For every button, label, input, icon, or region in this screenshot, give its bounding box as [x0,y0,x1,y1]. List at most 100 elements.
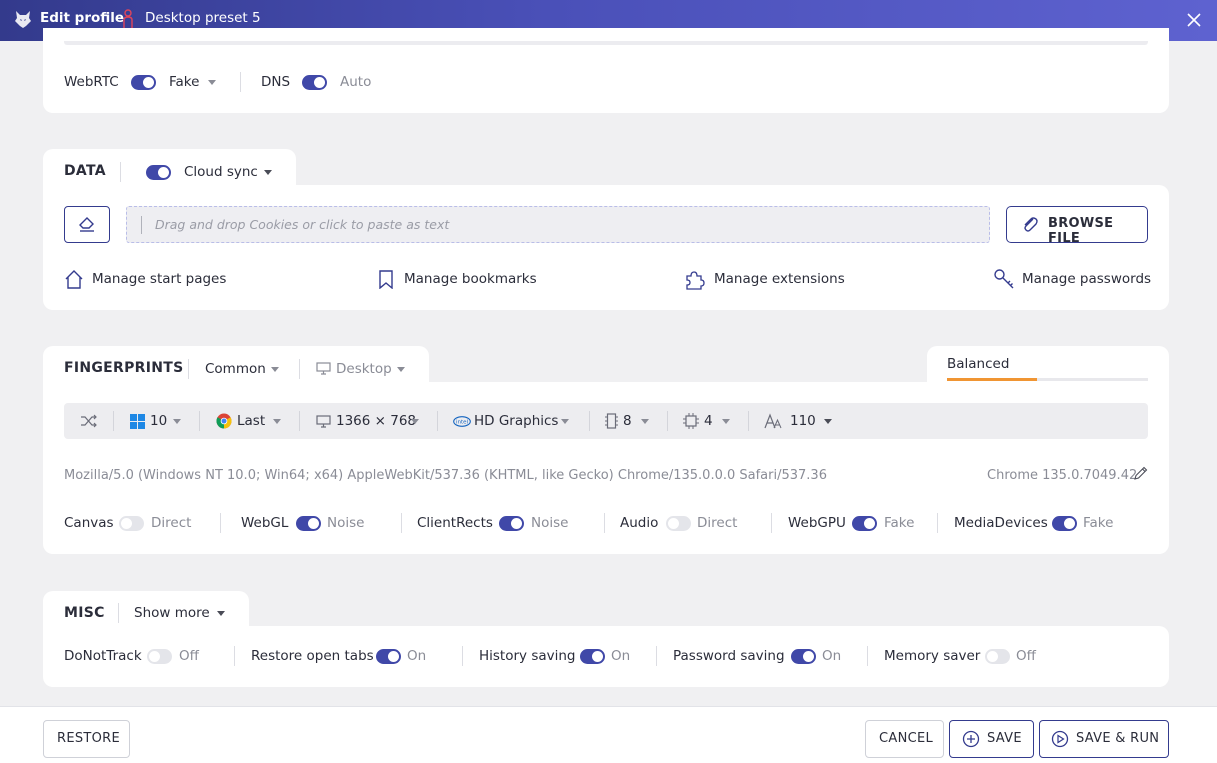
monitor-icon [316,362,331,375]
donottrack-label: DoNotTrack [64,648,142,664]
os-version-select[interactable]: 10 [150,413,167,429]
monitor-icon [316,415,331,428]
audio-toggle[interactable] [666,516,691,531]
divider [437,411,438,431]
plus-circle-icon [962,730,980,748]
svg-text:intel: intel [456,420,469,426]
divider [113,411,114,431]
wolf-logo-icon [15,11,31,28]
balance-label: Balanced [947,356,1010,372]
cookies-dropzone[interactable]: Drag and drop Cookies or click to paste … [126,206,990,243]
divider [299,411,300,431]
history-saving-label: History saving [479,648,576,664]
cancel-button[interactable]: CANCEL [865,720,944,758]
cookies-placeholder: Drag and drop Cookies or click to paste … [155,217,450,232]
fingerprint-mode-select[interactable]: Common [205,361,266,377]
person-icon [123,9,133,28]
browse-file-button[interactable]: BROWSE FILE [1006,206,1148,246]
webgpu-toggle[interactable] [852,516,877,531]
device-type-select[interactable]: Desktop [336,361,392,377]
cloud-sync-toggle[interactable] [146,165,171,180]
divider [462,646,463,666]
memory-saver-toggle[interactable] [985,649,1010,664]
canvas-toggle[interactable] [119,516,144,531]
webrtc-mode-select[interactable]: Fake [169,74,199,90]
mediadevices-value: Fake [1083,515,1114,531]
pencil-icon[interactable] [1133,466,1148,481]
chevron-down-icon [641,419,649,424]
webgl-toggle[interactable] [296,516,321,531]
divider [240,72,241,92]
fingerprints-section-title: FINGERPRINTS [64,360,184,376]
gpu-select[interactable]: HD Graphics [474,413,558,429]
manage-bookmarks-link[interactable]: Manage bookmarks [404,271,537,287]
user-agent-text[interactable]: Mozilla/5.0 (Windows NT 10.0; Win64; x64… [64,468,827,483]
chevron-down-icon [824,419,832,424]
intel-icon: intel [453,416,471,427]
data-panel [43,185,1169,310]
browser-name: Chrome 135.0.7049.42 [987,468,1138,483]
close-icon[interactable] [1183,9,1205,31]
preset-name: Desktop preset 5 [145,10,261,26]
canvas-label: Canvas [64,515,114,531]
browser-version-select[interactable]: Last [237,413,265,429]
clientrects-label: ClientRects [417,515,493,531]
password-saving-value: On [822,648,842,664]
windows-icon [130,414,145,429]
save-and-run-label: SAVE & RUN [1076,731,1160,746]
play-circle-icon [1051,730,1069,748]
data-section-title: DATA [64,163,106,179]
divider [748,411,749,431]
divider [867,646,868,666]
save-button[interactable]: SAVE [949,720,1034,758]
divider [188,359,189,379]
memory-select[interactable]: 8 [623,413,632,429]
show-more-button[interactable]: Show more [134,605,210,621]
audio-value: Direct [697,515,738,531]
cpu-cores-select[interactable]: 4 [704,413,713,429]
fonts-count-select[interactable]: 110 [790,413,816,429]
cloud-sync-label[interactable]: Cloud sync [184,164,258,180]
key-icon [994,269,1014,289]
divider [771,513,772,533]
chrome-icon [216,413,232,429]
restore-tabs-toggle[interactable] [376,649,401,664]
cancel-label: CANCEL [879,731,934,746]
mediadevices-label: MediaDevices [954,515,1048,531]
dialog-title: Edit profile [40,10,125,26]
save-label: SAVE [987,731,1022,746]
resolution-select[interactable]: 1366 × 768 [336,413,416,429]
mediadevices-toggle[interactable] [1052,516,1077,531]
chevron-down-icon[interactable] [264,170,272,175]
history-saving-toggle[interactable] [580,649,605,664]
shuffle-icon[interactable] [80,413,98,429]
puzzle-icon [686,271,705,290]
restore-label: RESTORE [57,731,121,746]
manage-extensions-link[interactable]: Manage extensions [714,271,845,287]
save-and-run-button[interactable]: SAVE & RUN [1039,720,1169,758]
dns-toggle[interactable] [302,75,327,90]
clear-cookies-button[interactable] [64,206,110,243]
restore-button[interactable]: RESTORE [43,720,130,758]
chevron-down-icon [561,419,569,424]
font-size-icon [764,413,782,429]
manage-start-pages-link[interactable]: Manage start pages [92,271,226,287]
dns-label: DNS [261,74,291,90]
webgl-label: WebGL [241,515,289,531]
bookmark-icon [379,270,393,289]
webrtc-toggle[interactable] [131,75,156,90]
browse-file-label: BROWSE FILE [1048,216,1114,246]
balance-fill [947,378,1037,381]
divider [604,513,605,533]
chevron-down-icon[interactable] [217,611,225,616]
divider [589,411,590,431]
donottrack-toggle[interactable] [147,649,172,664]
clientrects-toggle[interactable] [499,516,524,531]
password-saving-toggle[interactable] [791,649,816,664]
donottrack-value: Off [179,648,199,664]
manage-passwords-link[interactable]: Manage passwords [1022,271,1151,287]
divider [401,513,402,533]
divider [220,513,221,533]
webrtc-label: WebRTC [64,74,119,90]
cpu-icon [683,413,699,429]
